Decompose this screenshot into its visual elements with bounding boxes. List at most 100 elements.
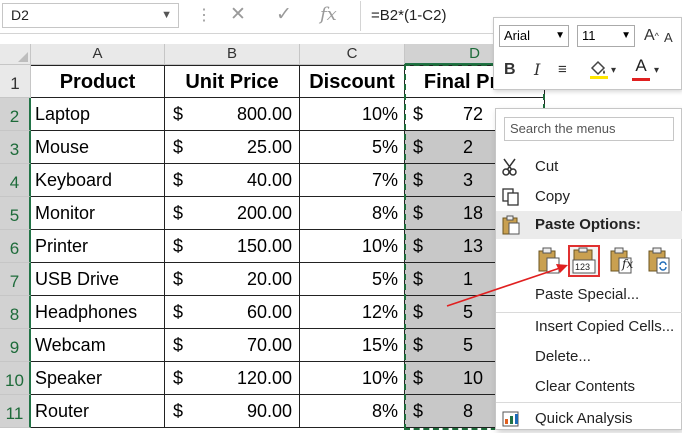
enter-icon[interactable]: ✓	[276, 3, 292, 27]
cell-unit-price[interactable]: $25.00	[165, 131, 300, 164]
cell-discount[interactable]: 10%	[300, 98, 405, 131]
paste-icon[interactable]	[534, 245, 566, 277]
chevron-down-icon[interactable]: ▼	[161, 4, 172, 27]
row-header-3[interactable]: 3	[0, 131, 31, 164]
final-value: 8	[463, 401, 474, 421]
menu-item-quick-analysis[interactable]: Quick Analysis	[496, 405, 682, 433]
name-box[interactable]: D2 ▼	[2, 3, 179, 28]
cell-product[interactable]: Router	[31, 395, 165, 428]
cell-unit-price[interactable]: $20.00	[165, 263, 300, 296]
menu-separator	[496, 402, 682, 403]
column-header-a[interactable]: A	[31, 44, 165, 65]
font-size-box[interactable]: 11 ▼	[577, 25, 635, 47]
header-cell-discount[interactable]: Discount	[300, 65, 405, 98]
currency-symbol: $	[413, 170, 424, 190]
cell-unit-price[interactable]: $40.00	[165, 164, 300, 197]
cell-discount[interactable]: 5%	[300, 131, 405, 164]
row-header-2[interactable]: 2	[0, 98, 31, 131]
price-value: 70.00	[246, 335, 292, 355]
final-value: 5	[463, 302, 474, 322]
cell-product[interactable]: Mouse	[31, 131, 165, 164]
cell-product[interactable]: Webcam	[31, 329, 165, 362]
currency-symbol: $	[173, 401, 184, 421]
cell-unit-price[interactable]: $70.00	[165, 329, 300, 362]
font-color-icon[interactable]: A	[632, 56, 650, 81]
row-header-10[interactable]: 10	[0, 362, 31, 395]
cell-unit-price[interactable]: $150.00	[165, 230, 300, 263]
select-all-corner[interactable]	[0, 44, 31, 65]
menu-label: Clear Contents	[535, 378, 636, 395]
cell-product[interactable]: Monitor	[31, 197, 165, 230]
cell-discount[interactable]: 12%	[300, 296, 405, 329]
row-header-6[interactable]: 6	[0, 230, 31, 263]
row-header-7[interactable]: 7	[0, 263, 31, 296]
menu-item-copy[interactable]: Copy	[496, 183, 682, 211]
currency-symbol: $	[413, 203, 424, 223]
paste-link-icon[interactable]	[644, 245, 676, 277]
column-header-b[interactable]: B	[165, 44, 300, 65]
increase-font-icon[interactable]: A^	[644, 26, 659, 46]
context-menu: Search the menus Cut Copy Paste Options:…	[495, 108, 682, 430]
cell-discount[interactable]: 5%	[300, 263, 405, 296]
menu-label: Delete...	[535, 348, 591, 365]
paste-values-label: 123	[575, 262, 591, 272]
cell-discount[interactable]: 8%	[300, 197, 405, 230]
more-options-icon[interactable]: ⋮	[196, 6, 212, 26]
decrease-font-icon[interactable]: A	[664, 28, 673, 48]
cell-discount[interactable]: 10%	[300, 230, 405, 263]
cell-unit-price[interactable]: $200.00	[165, 197, 300, 230]
menu-item-insert-copied-cells[interactable]: Insert Copied Cells...	[496, 313, 682, 341]
cell-product[interactable]: Speaker	[31, 362, 165, 395]
row-header-9[interactable]: 9	[0, 329, 31, 362]
cell-discount[interactable]: 10%	[300, 362, 405, 395]
cell-unit-price[interactable]: $90.00	[165, 395, 300, 428]
chevron-down-icon[interactable]: ▼	[555, 26, 565, 46]
cancel-icon[interactable]: ✕	[230, 3, 246, 27]
header-cell-unit-price[interactable]: Unit Price	[165, 65, 300, 98]
paste-formulas-icon[interactable]: fx	[606, 245, 638, 277]
insert-function-icon[interactable]: fx	[320, 3, 337, 27]
menu-search-input[interactable]: Search the menus	[504, 117, 674, 141]
row-header-5[interactable]: 5	[0, 197, 31, 230]
cell-discount[interactable]: 8%	[300, 395, 405, 428]
menu-label: Cut	[535, 158, 559, 175]
cell-product[interactable]: Laptop	[31, 98, 165, 131]
currency-symbol: $	[173, 302, 184, 322]
menu-label: Insert Copied Cells...	[535, 318, 675, 335]
mini-toolbar: Arial ▼ 11 ▼ A^ A B I ≡ ▾ A ▾	[493, 17, 682, 90]
fill-color-icon[interactable]	[588, 58, 610, 86]
row-header-4[interactable]: 4	[0, 164, 31, 197]
cell-product[interactable]: Printer	[31, 230, 165, 263]
cell-product[interactable]: Headphones	[31, 296, 165, 329]
menu-item-delete[interactable]: Delete...	[496, 343, 682, 371]
column-header-c[interactable]: C	[300, 44, 405, 65]
cell-product[interactable]: USB Drive	[31, 263, 165, 296]
header-cell-product[interactable]: Product	[31, 65, 165, 98]
menu-item-paste-special[interactable]: Paste Special...	[496, 281, 682, 309]
cell-unit-price[interactable]: $120.00	[165, 362, 300, 395]
cell-product[interactable]: Keyboard	[31, 164, 165, 197]
menu-label: Quick Analysis	[535, 410, 633, 427]
chevron-down-icon[interactable]: ▾	[654, 61, 659, 81]
menu-label: Paste Special...	[535, 286, 640, 303]
italic-icon[interactable]: I	[534, 60, 540, 80]
cell-discount[interactable]: 7%	[300, 164, 405, 197]
cell-discount[interactable]: 15%	[300, 329, 405, 362]
font-name-box[interactable]: Arial ▼	[499, 25, 569, 47]
bold-icon[interactable]: B	[504, 60, 516, 80]
final-value: 10	[463, 368, 484, 388]
cell-unit-price[interactable]: $60.00	[165, 296, 300, 329]
align-center-icon[interactable]: ≡	[558, 60, 567, 80]
row-header-1[interactable]: 1	[0, 65, 31, 98]
price-value: 25.00	[246, 137, 292, 157]
row-header-11[interactable]: 11	[0, 395, 31, 428]
chevron-down-icon[interactable]: ▼	[621, 26, 631, 46]
menu-item-cut[interactable]: Cut	[496, 153, 682, 181]
chevron-down-icon[interactable]: ▾	[611, 61, 616, 81]
paste-values-icon[interactable]: 123	[568, 245, 600, 277]
menu-label: Paste Options:	[535, 216, 641, 233]
row-header-8[interactable]: 8	[0, 296, 31, 329]
price-value: 800.00	[236, 104, 292, 124]
cell-unit-price[interactable]: $800.00	[165, 98, 300, 131]
menu-item-clear-contents[interactable]: Clear Contents	[496, 373, 682, 401]
